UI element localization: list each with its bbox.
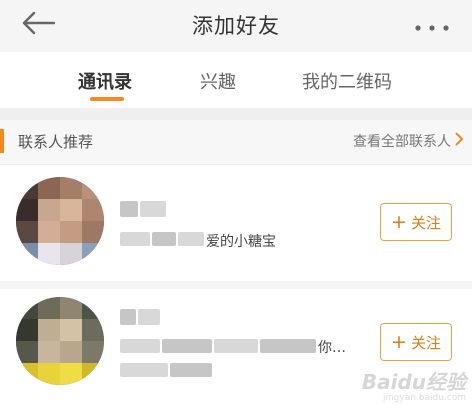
section-gap (0, 108, 472, 120)
more-button[interactable] (410, 16, 454, 36)
tab-my-qrcode[interactable]: 我的二维码 (302, 68, 392, 94)
pixelated-description (260, 339, 316, 353)
avatar[interactable] (16, 297, 104, 385)
pixelated-name (140, 201, 166, 217)
view-all-label: 查看全部联系人 (353, 134, 451, 150)
tab-contacts[interactable]: 通讯录 (78, 68, 132, 94)
avatar[interactable] (16, 177, 104, 265)
plus-icon: + (391, 210, 407, 233)
chevron-right-icon (455, 132, 464, 150)
follow-label: 关注 (410, 333, 441, 352)
pixelated-description (162, 339, 212, 353)
view-all-contacts-link[interactable]: 查看全部联系人 (353, 131, 464, 151)
pixelated-description (152, 232, 176, 246)
follow-button[interactable]: + 关注 (380, 323, 452, 361)
watermark: Baidu经验 jingyan.baidu.com (362, 366, 466, 403)
pixelated-description (120, 363, 168, 377)
row-divider (0, 281, 472, 289)
pixelated-description (214, 339, 258, 353)
pixelated-name (138, 309, 160, 325)
section-accent-bar (0, 129, 4, 153)
watermark-logo: Baidu经验 (361, 370, 466, 394)
tab-bar: 通讯录 兴趣 我的二维码 (0, 52, 472, 108)
more-dots-icon (414, 17, 450, 36)
follow-label: 关注 (410, 213, 441, 232)
top-bar: 添加好友 (0, 0, 472, 52)
pixelated-name (120, 201, 138, 217)
pixelated-description (170, 363, 212, 377)
tab-interests[interactable]: 兴趣 (200, 68, 236, 94)
pixelated-description (120, 232, 150, 246)
pixelated-description (178, 232, 204, 246)
pixelated-description (120, 339, 160, 353)
watermark-url: jingyan.baidu.com (382, 393, 466, 403)
plus-icon: + (391, 330, 407, 353)
section-title: 联系人推荐 (18, 133, 94, 151)
list-item[interactable]: 爱的小糖宝 + 关注 (0, 165, 472, 277)
pixelated-name (120, 309, 136, 325)
active-tab-indicator (90, 97, 124, 101)
description-text: 你… (318, 340, 346, 356)
page-title: 添加好友 (192, 14, 280, 38)
description-text: 爱的小糖宝 (206, 234, 276, 250)
follow-button[interactable]: + 关注 (380, 203, 452, 241)
